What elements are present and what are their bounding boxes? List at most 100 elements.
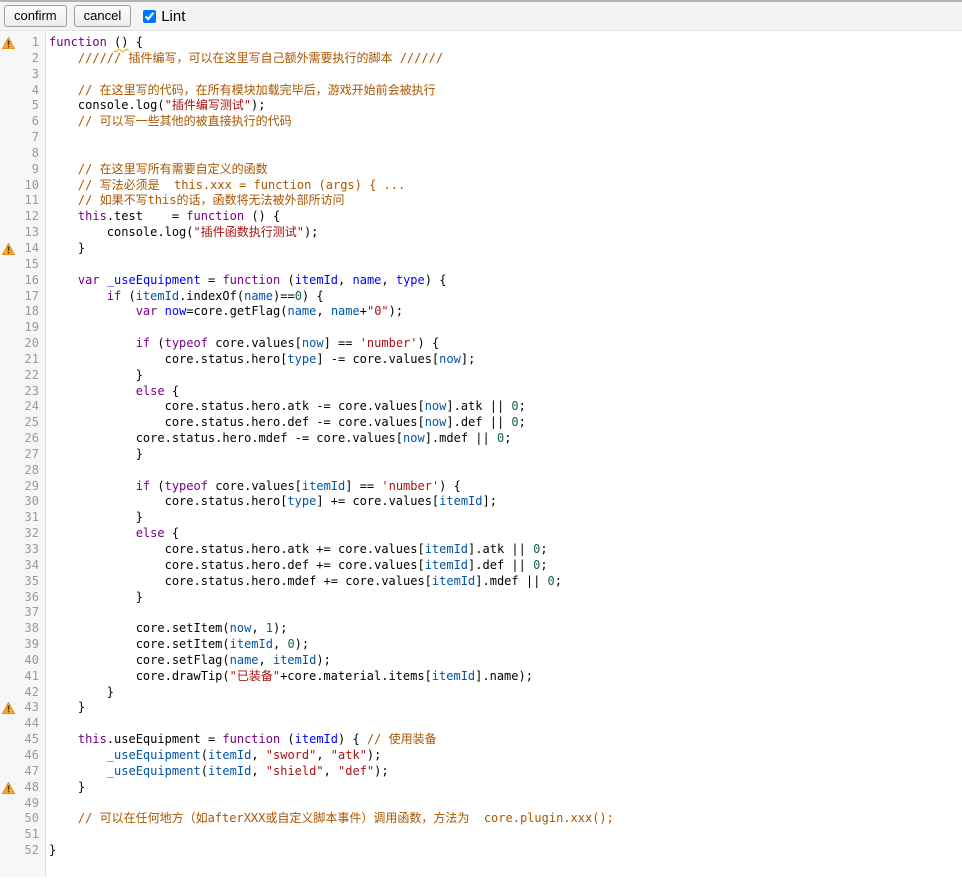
line-number: 15 (17, 257, 43, 273)
marker-gutter-cell (0, 384, 17, 400)
code-line[interactable]: 34 core.status.hero.def += core.values[i… (0, 558, 962, 574)
lint-checkbox[interactable] (143, 10, 156, 23)
line-number: 50 (17, 811, 43, 827)
code-line[interactable]: 7 (0, 130, 962, 146)
code-line[interactable]: 32 else { (0, 526, 962, 542)
marker-gutter-cell (0, 193, 17, 209)
code-line[interactable]: 16 var _useEquipment = function (itemId,… (0, 273, 962, 289)
code-line-text: } (43, 590, 962, 606)
marker-gutter-cell (0, 526, 17, 542)
code-line[interactable]: 45 this.useEquipment = function (itemId)… (0, 732, 962, 748)
lint-toggle: Lint (143, 8, 185, 25)
marker-gutter-cell (0, 178, 17, 194)
line-number: 49 (17, 796, 43, 812)
code-line[interactable]: 49 (0, 796, 962, 812)
code-line[interactable]: 33 core.status.hero.atk += core.values[i… (0, 542, 962, 558)
lint-warning-marker (0, 700, 17, 716)
code-line[interactable]: 13 console.log("插件函数执行测试"); (0, 225, 962, 241)
code-line[interactable]: 43 } (0, 700, 962, 716)
line-number: 45 (17, 732, 43, 748)
code-line[interactable]: 11 // 如果不写this的话，函数将无法被外部所访问 (0, 193, 962, 209)
code-line-text: _useEquipment(itemId, "sword", "atk"); (43, 748, 962, 764)
code-line[interactable]: 38 core.setItem(now, 1); (0, 621, 962, 637)
code-line[interactable]: 6 // 可以写一些其他的被直接执行的代码 (0, 114, 962, 130)
code-line[interactable]: 4 // 在这里写的代码，在所有模块加载完毕后，游戏开始前会被执行 (0, 83, 962, 99)
code-line[interactable]: 35 core.status.hero.mdef += core.values[… (0, 574, 962, 590)
marker-gutter-cell (0, 352, 17, 368)
code-line[interactable]: 9 // 在这里写所有需要自定义的函数 (0, 162, 962, 178)
cancel-button[interactable]: cancel (74, 5, 132, 27)
lint-label: Lint (161, 8, 185, 25)
code-line[interactable]: 28 (0, 463, 962, 479)
code-line[interactable]: 40 core.setFlag(name, itemId); (0, 653, 962, 669)
line-number: 22 (17, 368, 43, 384)
code-line[interactable]: 1function () { (0, 35, 962, 51)
code-line[interactable]: 46 _useEquipment(itemId, "sword", "atk")… (0, 748, 962, 764)
line-number: 3 (17, 67, 43, 83)
code-line-text (43, 463, 962, 479)
code-area[interactable]: 1function () {2 ////// 插件编写，可以在这里写自己额外需要… (0, 31, 962, 859)
code-line[interactable]: 52} (0, 843, 962, 859)
code-line[interactable]: 20 if (typeof core.values[now] == 'numbe… (0, 336, 962, 352)
code-line[interactable]: 39 core.setItem(itemId, 0); (0, 637, 962, 653)
code-line[interactable]: 41 core.drawTip("已装备"+core.material.item… (0, 669, 962, 685)
code-line[interactable]: 27 } (0, 447, 962, 463)
code-line-text: console.log("插件函数执行测试"); (43, 225, 962, 241)
code-line[interactable]: 17 if (itemId.indexOf(name)==0) { (0, 289, 962, 305)
code-line[interactable]: 14 } (0, 241, 962, 257)
code-line-text: _useEquipment(itemId, "shield", "def"); (43, 764, 962, 780)
code-line-text (43, 320, 962, 336)
code-editor[interactable]: 1function () {2 ////// 插件编写，可以在这里写自己额外需要… (0, 31, 962, 877)
line-number: 11 (17, 193, 43, 209)
code-line[interactable]: 25 core.status.hero.def -= core.values[n… (0, 415, 962, 431)
code-line[interactable]: 26 core.status.hero.mdef -= core.values[… (0, 431, 962, 447)
code-line[interactable]: 37 (0, 605, 962, 621)
line-number: 38 (17, 621, 43, 637)
code-line[interactable]: 36 } (0, 590, 962, 606)
line-number: 1 (17, 35, 43, 51)
line-number: 8 (17, 146, 43, 162)
code-line-text: } (43, 843, 962, 859)
marker-gutter-cell (0, 510, 17, 526)
code-line[interactable]: 5 console.log("插件编写测试"); (0, 98, 962, 114)
code-line[interactable]: 51 (0, 827, 962, 843)
code-line[interactable]: 23 else { (0, 384, 962, 400)
code-line[interactable]: 44 (0, 716, 962, 732)
line-number: 44 (17, 716, 43, 732)
code-line-text: core.status.hero[type] -= core.values[no… (43, 352, 962, 368)
code-line[interactable]: 12 this.test = function () { (0, 209, 962, 225)
code-line-text: core.status.hero.mdef -= core.values[now… (43, 431, 962, 447)
line-number: 7 (17, 130, 43, 146)
confirm-button[interactable]: confirm (4, 5, 67, 27)
code-line[interactable]: 50 // 可以在任何地方（如afterXXX或自定义脚本事件）调用函数，方法为… (0, 811, 962, 827)
code-line[interactable]: 47 _useEquipment(itemId, "shield", "def"… (0, 764, 962, 780)
code-line[interactable]: 31 } (0, 510, 962, 526)
code-line-text: if (typeof core.values[itemId] == 'numbe… (43, 479, 962, 495)
code-line[interactable]: 48 } (0, 780, 962, 796)
marker-gutter-cell (0, 336, 17, 352)
code-line[interactable]: 2 ////// 插件编写，可以在这里写自己额外需要执行的脚本 ////// (0, 51, 962, 67)
code-line[interactable]: 19 (0, 320, 962, 336)
line-number: 23 (17, 384, 43, 400)
line-number: 52 (17, 843, 43, 859)
code-line[interactable]: 18 var now=core.getFlag(name, name+"0"); (0, 304, 962, 320)
code-line[interactable]: 42 } (0, 685, 962, 701)
line-number: 28 (17, 463, 43, 479)
code-line-text: var now=core.getFlag(name, name+"0"); (43, 304, 962, 320)
code-line[interactable]: 10 // 写法必须是 this.xxx = function (args) {… (0, 178, 962, 194)
code-line[interactable]: 24 core.status.hero.atk -= core.values[n… (0, 399, 962, 415)
code-line[interactable]: 29 if (typeof core.values[itemId] == 'nu… (0, 479, 962, 495)
marker-gutter-cell (0, 796, 17, 812)
code-line[interactable]: 3 (0, 67, 962, 83)
marker-gutter-cell (0, 574, 17, 590)
line-number: 10 (17, 178, 43, 194)
code-line[interactable]: 30 core.status.hero[type] += core.values… (0, 494, 962, 510)
line-number: 24 (17, 399, 43, 415)
code-line-text: // 可以写一些其他的被直接执行的代码 (43, 114, 962, 130)
line-number: 41 (17, 669, 43, 685)
code-line[interactable]: 22 } (0, 368, 962, 384)
code-line[interactable]: 8 (0, 146, 962, 162)
code-line[interactable]: 21 core.status.hero[type] -= core.values… (0, 352, 962, 368)
code-line[interactable]: 15 (0, 257, 962, 273)
marker-gutter-cell (0, 843, 17, 859)
